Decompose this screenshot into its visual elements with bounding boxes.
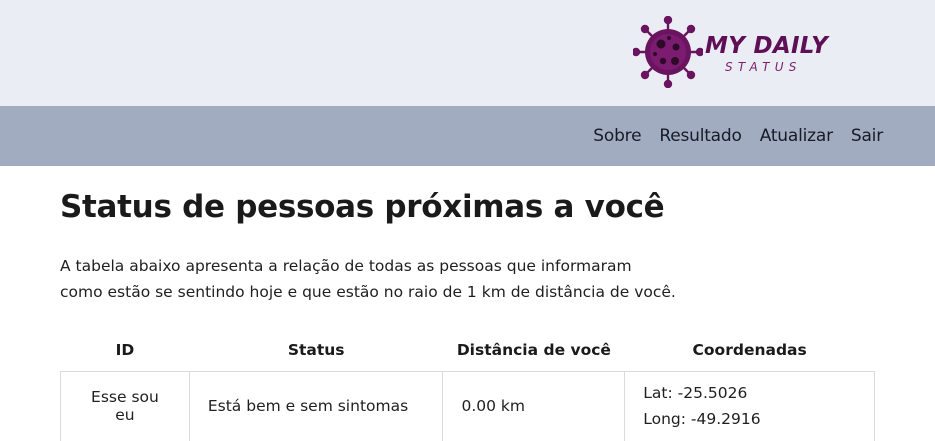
nav-link-resultado[interactable]: Resultado [659, 126, 742, 146]
nav-link-sobre[interactable]: Sobre [593, 126, 641, 146]
main-nav: Sobre Resultado Atualizar Sair [593, 106, 935, 166]
cell-coordinates: Lat: -25.5026 Long: -49.2916 [624, 370, 875, 441]
table-header-row: ID Status Distância de você Coordenadas [61, 329, 875, 371]
virus-icon [633, 16, 703, 88]
status-table: ID Status Distância de você Coordenadas … [60, 329, 875, 441]
brand-subtitle: STATUS [725, 60, 802, 74]
intro-text: A tabela abaixo apresenta a relação de t… [60, 253, 760, 305]
column-header-coordinates: Coordenadas [692, 340, 807, 359]
navbar: Sobre Resultado Atualizar Sair [0, 106, 935, 166]
cell-distance: 0.00 km [442, 370, 626, 441]
column-header-id: ID [115, 340, 135, 359]
intro-line-1: A tabela abaixo apresenta a relação de t… [60, 257, 632, 275]
cell-id: Esse sou eu [60, 370, 190, 441]
nav-link-atualizar[interactable]: Atualizar [760, 126, 833, 146]
coordinate-long: Long: -49.2916 [643, 410, 761, 428]
page-title: Status de pessoas próximas a você [60, 189, 665, 225]
brand-logo[interactable]: MY DAILY STATUS [633, 16, 863, 90]
column-header-status: Status [287, 340, 345, 359]
column-header-distance: Distância de você [456, 340, 611, 359]
brand-title: MY DAILY [705, 33, 829, 59]
table-row: Esse sou eu Está bem e sem sintomas 0.00… [60, 370, 875, 441]
header: MY DAILY STATUS [0, 0, 935, 106]
cell-status: Está bem e sem sintomas [188, 370, 444, 441]
coordinate-lat: Lat: -25.5026 [643, 384, 748, 402]
nav-link-sair[interactable]: Sair [851, 126, 883, 146]
intro-line-2: como estão se sentindo hoje e que estão … [60, 283, 676, 301]
